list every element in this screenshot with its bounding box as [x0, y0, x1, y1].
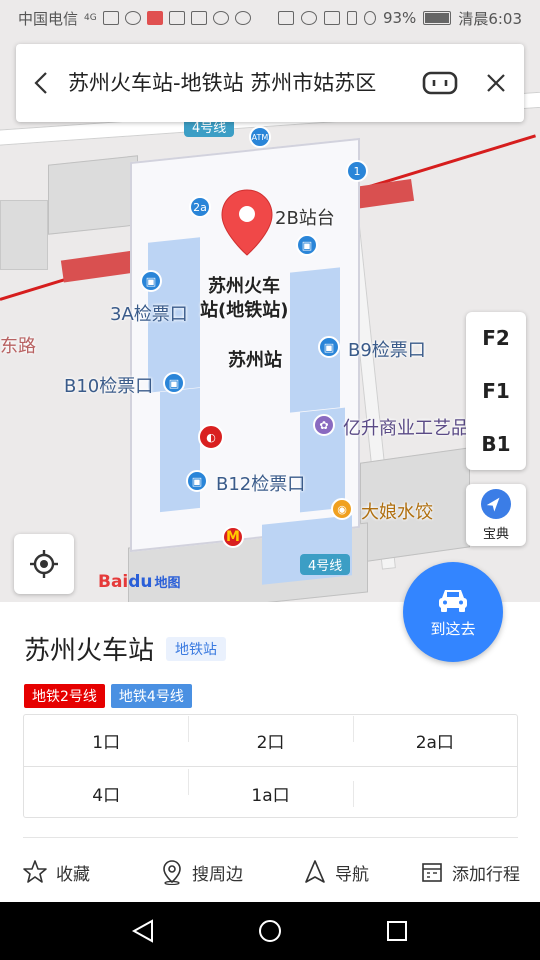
baidu-map-logo: Baidu 地图 [98, 572, 181, 592]
back-triangle-icon[interactable] [130, 918, 156, 944]
go-here-label: 到这去 [430, 619, 476, 638]
navigate-label: 导航 [335, 864, 369, 885]
poi-title: 苏州火车站 [24, 636, 155, 666]
briefcase-icon [190, 11, 207, 25]
floor-f2-button[interactable]: F2 [482, 326, 510, 350]
map-building [0, 200, 48, 270]
poi-label-b10[interactable]: B10检票口 [64, 372, 153, 398]
exit-1[interactable]: 1口 [24, 728, 188, 753]
navigation-arrow-icon [305, 860, 325, 883]
floor-f1-button[interactable]: F1 [482, 379, 510, 403]
network-type: 4G [84, 13, 97, 23]
location-pin-icon[interactable] [218, 188, 276, 258]
shop-icon[interactable]: ✿ [313, 414, 335, 436]
exit-4[interactable]: 4口 [24, 781, 188, 806]
search-query-text[interactable]: 苏州火车站-地铁站 苏州市姑苏区 [68, 70, 412, 97]
wifi-icon [124, 11, 141, 25]
exit-grid: 1口 2口 2a口 4口 1a口 [23, 714, 518, 818]
nfc-icon [323, 11, 340, 25]
bluetooth-icon [346, 11, 357, 25]
poi-label-b12[interactable]: B12检票口 [216, 470, 305, 496]
floorplan-area [160, 387, 200, 513]
ticket-gate-icon[interactable]: ▣ [163, 372, 185, 394]
location-status-icon [168, 11, 185, 25]
exit-2a-icon[interactable]: 2a [189, 196, 211, 218]
restaurant-icon[interactable]: ◉ [331, 498, 353, 520]
line4-badge: 4号线 [300, 554, 351, 575]
back-button[interactable] [16, 44, 68, 122]
crosshair-icon [30, 550, 58, 578]
star-icon [23, 860, 47, 883]
close-icon [487, 74, 505, 92]
status-bar: 中国电信 4G 93% 清晨6:03 [0, 0, 540, 36]
station-label-line1[interactable]: 苏州火车 [208, 272, 280, 298]
poi-label-daniang[interactable]: 大娘水饺 [361, 498, 433, 524]
map-pin-icon [163, 860, 181, 885]
mic-icon [146, 11, 163, 25]
baidu-logo-du: du [128, 572, 153, 592]
baidu-logo-bai: Bai [98, 572, 129, 592]
system-nav-bar [0, 902, 540, 960]
robot-icon [422, 71, 458, 95]
search-nearby-button[interactable]: 搜周边 [160, 859, 243, 885]
baidu-logo-map: 地图 [154, 576, 181, 591]
compass-icon [481, 488, 511, 519]
voice-robot-button[interactable] [412, 44, 468, 122]
locate-me-button[interactable] [14, 534, 74, 594]
baodian-label: 宝典 [482, 526, 509, 542]
mcdonalds-icon[interactable]: M [222, 526, 244, 548]
floor-switcher: F2 F1 B1 [466, 312, 526, 470]
search-bar: 苏州火车站-地铁站 苏州市姑苏区 [16, 44, 524, 122]
chevron-left-icon [34, 72, 47, 94]
road-label: 东路 [0, 336, 36, 357]
station-label-line2[interactable]: 站(地铁站) [200, 296, 288, 322]
exit-2[interactable]: 2口 [188, 716, 352, 753]
chat-icon [212, 11, 229, 25]
navigate-button[interactable]: 导航 [303, 859, 369, 885]
eye-icon [300, 11, 317, 25]
battery-percent: 93% [382, 9, 417, 27]
atm-icon[interactable]: ATM [249, 126, 271, 148]
hd-icon [277, 11, 294, 25]
ticket-gate-icon[interactable]: ▣ [318, 336, 340, 358]
divider [23, 837, 518, 838]
line-tag-4[interactable]: 地铁4号线 [110, 684, 192, 708]
baodian-button[interactable]: 宝典 [466, 484, 526, 546]
poi-type-tag: 地铁站 [166, 636, 227, 661]
gps-icon [363, 11, 376, 25]
station-name-label: 苏州站 [228, 350, 282, 371]
line-tag-2[interactable]: 地铁2号线 [24, 684, 105, 708]
action-bar: 收藏 搜周边 导航 添加行程 [0, 852, 540, 892]
ticket-gate-icon[interactable]: ▣ [140, 270, 162, 292]
close-button[interactable] [468, 44, 524, 122]
floor-b1-button[interactable]: B1 [481, 432, 510, 456]
favorite-button[interactable]: 收藏 [22, 859, 90, 885]
metro-lines: 地铁2号线 地铁4号线 [24, 684, 192, 708]
battery-icon [423, 11, 452, 25]
exit-2a[interactable]: 2a口 [352, 716, 517, 753]
exit-1a[interactable]: 1a口 [188, 768, 352, 806]
favorite-label: 收藏 [56, 864, 90, 885]
calendar-icon [422, 863, 442, 882]
home-circle-icon[interactable] [257, 918, 283, 944]
metro-station-icon[interactable]: ◐ [198, 424, 224, 450]
car-icon [439, 589, 467, 612]
search-nearby-label: 搜周边 [192, 864, 243, 885]
go-here-button[interactable]: 到这去 [403, 562, 503, 662]
wechat-icon [234, 11, 251, 25]
poi-label-2b[interactable]: 2B站台 [275, 204, 335, 230]
clock: 清晨6:03 [458, 9, 522, 28]
poi-label-yisheng[interactable]: 亿升商业工艺品 [343, 414, 469, 440]
signal-icon [102, 11, 119, 25]
poi-label-3a[interactable]: 3A检票口 [110, 300, 188, 326]
exit-1-icon[interactable]: 1 [346, 160, 368, 182]
add-trip-label: 添加行程 [452, 864, 520, 885]
ticket-gate-icon[interactable]: ▣ [186, 470, 208, 492]
recents-square-icon[interactable] [384, 918, 410, 944]
poi-label-b9[interactable]: B9检票口 [348, 336, 426, 362]
ticket-gate-icon[interactable]: ▣ [296, 234, 318, 256]
add-trip-button[interactable]: 添加行程 [420, 860, 520, 885]
carrier-name: 中国电信 [18, 9, 79, 28]
map-building [48, 155, 138, 235]
